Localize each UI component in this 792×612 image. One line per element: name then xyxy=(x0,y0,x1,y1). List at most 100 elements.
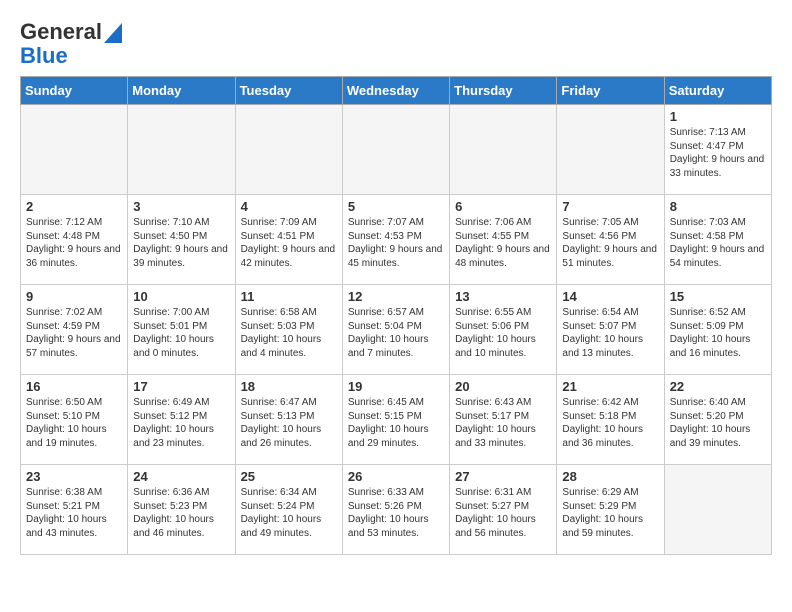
header-row: SundayMondayTuesdayWednesdayThursdayFrid… xyxy=(21,77,772,105)
calendar-header: SundayMondayTuesdayWednesdayThursdayFrid… xyxy=(21,77,772,105)
day-info: Sunrise: 6:38 AM Sunset: 5:21 PM Dayligh… xyxy=(26,486,122,540)
calendar-body: 1 Sunrise: 7:13 AM Sunset: 4:47 PM Daylig… xyxy=(21,105,772,555)
day-info: Sunrise: 7:02 AM Sunset: 4:59 PM Dayligh… xyxy=(26,306,122,360)
week-row-2: 2 Sunrise: 7:12 AM Sunset: 4:48 PM Daylig… xyxy=(21,195,772,285)
day-info: Sunrise: 6:55 AM Sunset: 5:06 PM Dayligh… xyxy=(455,306,551,360)
calendar-cell: 11 Sunrise: 6:58 AM Sunset: 5:03 PM Dayli… xyxy=(235,285,342,375)
week-row-5: 23 Sunrise: 6:38 AM Sunset: 5:21 PM Dayli… xyxy=(21,465,772,555)
calendar-cell: 20 Sunrise: 6:43 AM Sunset: 5:17 PM Dayli… xyxy=(450,375,557,465)
day-number: 6 xyxy=(455,199,551,214)
day-number: 1 xyxy=(670,109,766,124)
day-number: 3 xyxy=(133,199,229,214)
day-number: 17 xyxy=(133,379,229,394)
calendar-cell: 1 Sunrise: 7:13 AM Sunset: 4:47 PM Daylig… xyxy=(664,105,771,195)
calendar-cell xyxy=(342,105,449,195)
day-info: Sunrise: 6:54 AM Sunset: 5:07 PM Dayligh… xyxy=(562,306,658,360)
calendar-cell: 2 Sunrise: 7:12 AM Sunset: 4:48 PM Daylig… xyxy=(21,195,128,285)
day-number: 27 xyxy=(455,469,551,484)
day-info: Sunrise: 7:00 AM Sunset: 5:01 PM Dayligh… xyxy=(133,306,229,360)
logo: General Blue xyxy=(20,20,122,68)
day-number: 19 xyxy=(348,379,444,394)
calendar-cell: 5 Sunrise: 7:07 AM Sunset: 4:53 PM Daylig… xyxy=(342,195,449,285)
week-row-1: 1 Sunrise: 7:13 AM Sunset: 4:47 PM Daylig… xyxy=(21,105,772,195)
calendar-cell xyxy=(235,105,342,195)
logo-triangle-icon xyxy=(104,23,122,43)
column-header-thursday: Thursday xyxy=(450,77,557,105)
calendar-cell: 3 Sunrise: 7:10 AM Sunset: 4:50 PM Daylig… xyxy=(128,195,235,285)
day-info: Sunrise: 7:12 AM Sunset: 4:48 PM Dayligh… xyxy=(26,216,122,270)
day-info: Sunrise: 7:10 AM Sunset: 4:50 PM Dayligh… xyxy=(133,216,229,270)
day-info: Sunrise: 6:52 AM Sunset: 5:09 PM Dayligh… xyxy=(670,306,766,360)
calendar-cell: 6 Sunrise: 7:06 AM Sunset: 4:55 PM Daylig… xyxy=(450,195,557,285)
day-info: Sunrise: 6:58 AM Sunset: 5:03 PM Dayligh… xyxy=(241,306,337,360)
day-info: Sunrise: 6:50 AM Sunset: 5:10 PM Dayligh… xyxy=(26,396,122,450)
day-info: Sunrise: 6:36 AM Sunset: 5:23 PM Dayligh… xyxy=(133,486,229,540)
calendar-cell: 4Sunrise: 7:09 AM Sunset: 4:51 PM Daylig… xyxy=(235,195,342,285)
calendar-cell: 21Sunrise: 6:42 AM Sunset: 5:18 PM Dayli… xyxy=(557,375,664,465)
day-info: Sunrise: 6:43 AM Sunset: 5:17 PM Dayligh… xyxy=(455,396,551,450)
calendar-cell: 7 Sunrise: 7:05 AM Sunset: 4:56 PM Daylig… xyxy=(557,195,664,285)
day-number: 20 xyxy=(455,379,551,394)
calendar-cell: 28Sunrise: 6:29 AM Sunset: 5:29 PM Dayli… xyxy=(557,465,664,555)
day-number: 21 xyxy=(562,379,658,394)
day-number: 18 xyxy=(241,379,337,394)
day-number: 13 xyxy=(455,289,551,304)
day-info: Sunrise: 7:13 AM Sunset: 4:47 PM Dayligh… xyxy=(670,126,766,180)
calendar-cell: 19 Sunrise: 6:45 AM Sunset: 5:15 PM Dayli… xyxy=(342,375,449,465)
calendar-cell xyxy=(664,465,771,555)
calendar-cell: 15 Sunrise: 6:52 AM Sunset: 5:09 PM Dayli… xyxy=(664,285,771,375)
calendar-cell: 25 Sunrise: 6:34 AM Sunset: 5:24 PM Dayli… xyxy=(235,465,342,555)
calendar-table: SundayMondayTuesdayWednesdayThursdayFrid… xyxy=(20,76,772,555)
day-number: 26 xyxy=(348,469,444,484)
day-number: 23 xyxy=(26,469,122,484)
day-number: 8 xyxy=(670,199,766,214)
column-header-friday: Friday xyxy=(557,77,664,105)
calendar-cell: 14 Sunrise: 6:54 AM Sunset: 5:07 PM Dayli… xyxy=(557,285,664,375)
calendar-cell: 27Sunrise: 6:31 AM Sunset: 5:27 PM Dayli… xyxy=(450,465,557,555)
calendar-cell xyxy=(128,105,235,195)
day-info: Sunrise: 6:47 AM Sunset: 5:13 PM Dayligh… xyxy=(241,396,337,450)
logo-blue: Blue xyxy=(20,44,68,68)
calendar-cell: 22 Sunrise: 6:40 AM Sunset: 5:20 PM Dayli… xyxy=(664,375,771,465)
day-info: Sunrise: 6:45 AM Sunset: 5:15 PM Dayligh… xyxy=(348,396,444,450)
column-header-wednesday: Wednesday xyxy=(342,77,449,105)
day-info: Sunrise: 6:40 AM Sunset: 5:20 PM Dayligh… xyxy=(670,396,766,450)
day-info: Sunrise: 6:33 AM Sunset: 5:26 PM Dayligh… xyxy=(348,486,444,540)
logo-general: General xyxy=(20,20,102,44)
day-info: Sunrise: 7:07 AM Sunset: 4:53 PM Dayligh… xyxy=(348,216,444,270)
day-number: 10 xyxy=(133,289,229,304)
day-number: 9 xyxy=(26,289,122,304)
day-number: 25 xyxy=(241,469,337,484)
day-number: 4 xyxy=(241,199,337,214)
calendar-cell: 16 Sunrise: 6:50 AM Sunset: 5:10 PM Dayli… xyxy=(21,375,128,465)
calendar-cell xyxy=(21,105,128,195)
day-info: Sunrise: 6:49 AM Sunset: 5:12 PM Dayligh… xyxy=(133,396,229,450)
column-header-sunday: Sunday xyxy=(21,77,128,105)
day-number: 16 xyxy=(26,379,122,394)
calendar-cell: 8 Sunrise: 7:03 AM Sunset: 4:58 PM Daylig… xyxy=(664,195,771,285)
week-row-3: 9 Sunrise: 7:02 AM Sunset: 4:59 PM Daylig… xyxy=(21,285,772,375)
calendar-cell: 10 Sunrise: 7:00 AM Sunset: 5:01 PM Dayli… xyxy=(128,285,235,375)
day-info: Sunrise: 7:05 AM Sunset: 4:56 PM Dayligh… xyxy=(562,216,658,270)
column-header-monday: Monday xyxy=(128,77,235,105)
day-info: Sunrise: 7:03 AM Sunset: 4:58 PM Dayligh… xyxy=(670,216,766,270)
day-info: Sunrise: 6:34 AM Sunset: 5:24 PM Dayligh… xyxy=(241,486,337,540)
day-number: 11 xyxy=(241,289,337,304)
calendar-cell: 13 Sunrise: 6:55 AM Sunset: 5:06 PM Dayli… xyxy=(450,285,557,375)
day-number: 2 xyxy=(26,199,122,214)
day-info: Sunrise: 6:57 AM Sunset: 5:04 PM Dayligh… xyxy=(348,306,444,360)
day-number: 15 xyxy=(670,289,766,304)
calendar-cell: 18 Sunrise: 6:47 AM Sunset: 5:13 PM Dayli… xyxy=(235,375,342,465)
page-header: General Blue xyxy=(20,20,772,68)
day-number: 5 xyxy=(348,199,444,214)
day-number: 22 xyxy=(670,379,766,394)
calendar-cell: 9 Sunrise: 7:02 AM Sunset: 4:59 PM Daylig… xyxy=(21,285,128,375)
calendar-cell xyxy=(557,105,664,195)
day-number: 24 xyxy=(133,469,229,484)
calendar-cell: 17 Sunrise: 6:49 AM Sunset: 5:12 PM Dayli… xyxy=(128,375,235,465)
week-row-4: 16 Sunrise: 6:50 AM Sunset: 5:10 PM Dayli… xyxy=(21,375,772,465)
day-number: 14 xyxy=(562,289,658,304)
calendar-cell: 12Sunrise: 6:57 AM Sunset: 5:04 PM Dayli… xyxy=(342,285,449,375)
day-info: Sunrise: 7:06 AM Sunset: 4:55 PM Dayligh… xyxy=(455,216,551,270)
day-number: 7 xyxy=(562,199,658,214)
